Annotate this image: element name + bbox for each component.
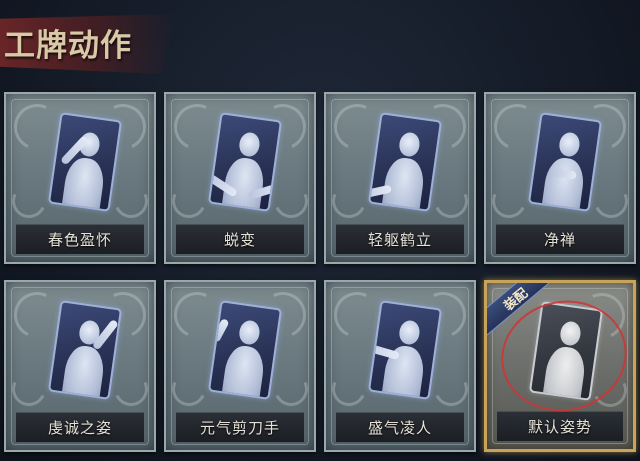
ornament-icon bbox=[327, 179, 371, 223]
pose-portrait bbox=[527, 112, 603, 212]
ornament-icon bbox=[327, 367, 371, 411]
pose-label-bar: 盛气凌人 bbox=[336, 412, 464, 442]
page-title: 工牌动作 bbox=[4, 28, 132, 64]
pose-card-7[interactable]: 盛气凌人 bbox=[324, 280, 476, 452]
screen: 工牌动作 春色盈怀 蜕变 轻躯鹤立 净禅 虔诚之姿 元气剪刀手 盛气凌人 装配 … bbox=[0, 0, 640, 461]
pose-portrait bbox=[207, 112, 283, 212]
pose-label-bar: 蜕变 bbox=[176, 224, 304, 254]
pose-portrait bbox=[367, 300, 443, 400]
silhouette-body bbox=[60, 155, 107, 212]
pose-card-4[interactable]: 净禅 bbox=[484, 92, 636, 264]
ornament-icon bbox=[109, 367, 153, 411]
silhouette-body bbox=[220, 343, 267, 400]
pose-portrait bbox=[367, 112, 443, 212]
pose-label: 虔诚之姿 bbox=[47, 419, 112, 437]
ornament-icon bbox=[269, 179, 313, 223]
pose-label-bar: 默认姿势 bbox=[497, 411, 623, 441]
pose-label: 春色盈怀 bbox=[47, 231, 112, 249]
ornament-icon bbox=[167, 179, 211, 223]
ornament-icon bbox=[7, 179, 51, 223]
pose-card-2[interactable]: 蜕变 bbox=[164, 92, 316, 264]
ornament-icon bbox=[7, 367, 51, 411]
pose-card-6[interactable]: 元气剪刀手 bbox=[164, 280, 316, 452]
silhouette-body bbox=[380, 155, 427, 212]
ornament-icon bbox=[589, 179, 633, 223]
pose-label: 盛气凌人 bbox=[367, 419, 432, 437]
pose-portrait bbox=[207, 300, 283, 400]
ornament-icon bbox=[487, 179, 531, 223]
pose-label: 元气剪刀手 bbox=[199, 419, 280, 437]
pose-card-8-equipped[interactable]: 装配 默认姿势 bbox=[484, 280, 636, 452]
pose-card-5[interactable]: 虔诚之姿 bbox=[4, 280, 156, 452]
ornament-icon bbox=[429, 367, 473, 411]
silhouette-head bbox=[397, 319, 422, 346]
pose-card-3[interactable]: 轻躯鹤立 bbox=[324, 92, 476, 264]
silhouette-arm bbox=[367, 340, 400, 361]
pose-label-bar: 净禅 bbox=[496, 224, 624, 254]
pose-label-bar: 元气剪刀手 bbox=[176, 412, 304, 442]
silhouette-body bbox=[60, 343, 107, 400]
pose-label: 蜕变 bbox=[223, 231, 256, 249]
pose-label-bar: 轻躯鹤立 bbox=[336, 224, 464, 254]
pose-label-bar: 虔诚之姿 bbox=[16, 412, 144, 442]
ornament-icon bbox=[109, 179, 153, 223]
pose-label: 轻躯鹤立 bbox=[367, 231, 432, 249]
ornament-icon bbox=[429, 179, 473, 223]
pose-card-1[interactable]: 春色盈怀 bbox=[4, 92, 156, 264]
silhouette-head bbox=[237, 319, 262, 346]
ornament-icon bbox=[269, 367, 313, 411]
pose-label: 净禅 bbox=[543, 231, 576, 249]
silhouette-body bbox=[540, 155, 587, 212]
pose-label-bar: 春色盈怀 bbox=[16, 224, 144, 254]
pose-portrait bbox=[47, 300, 123, 400]
silhouette-head bbox=[237, 131, 262, 158]
silhouette-head bbox=[397, 131, 422, 158]
pose-label: 默认姿势 bbox=[527, 418, 592, 436]
silhouette-head bbox=[557, 131, 582, 158]
pose-portrait bbox=[47, 112, 123, 212]
ornament-icon bbox=[167, 367, 211, 411]
